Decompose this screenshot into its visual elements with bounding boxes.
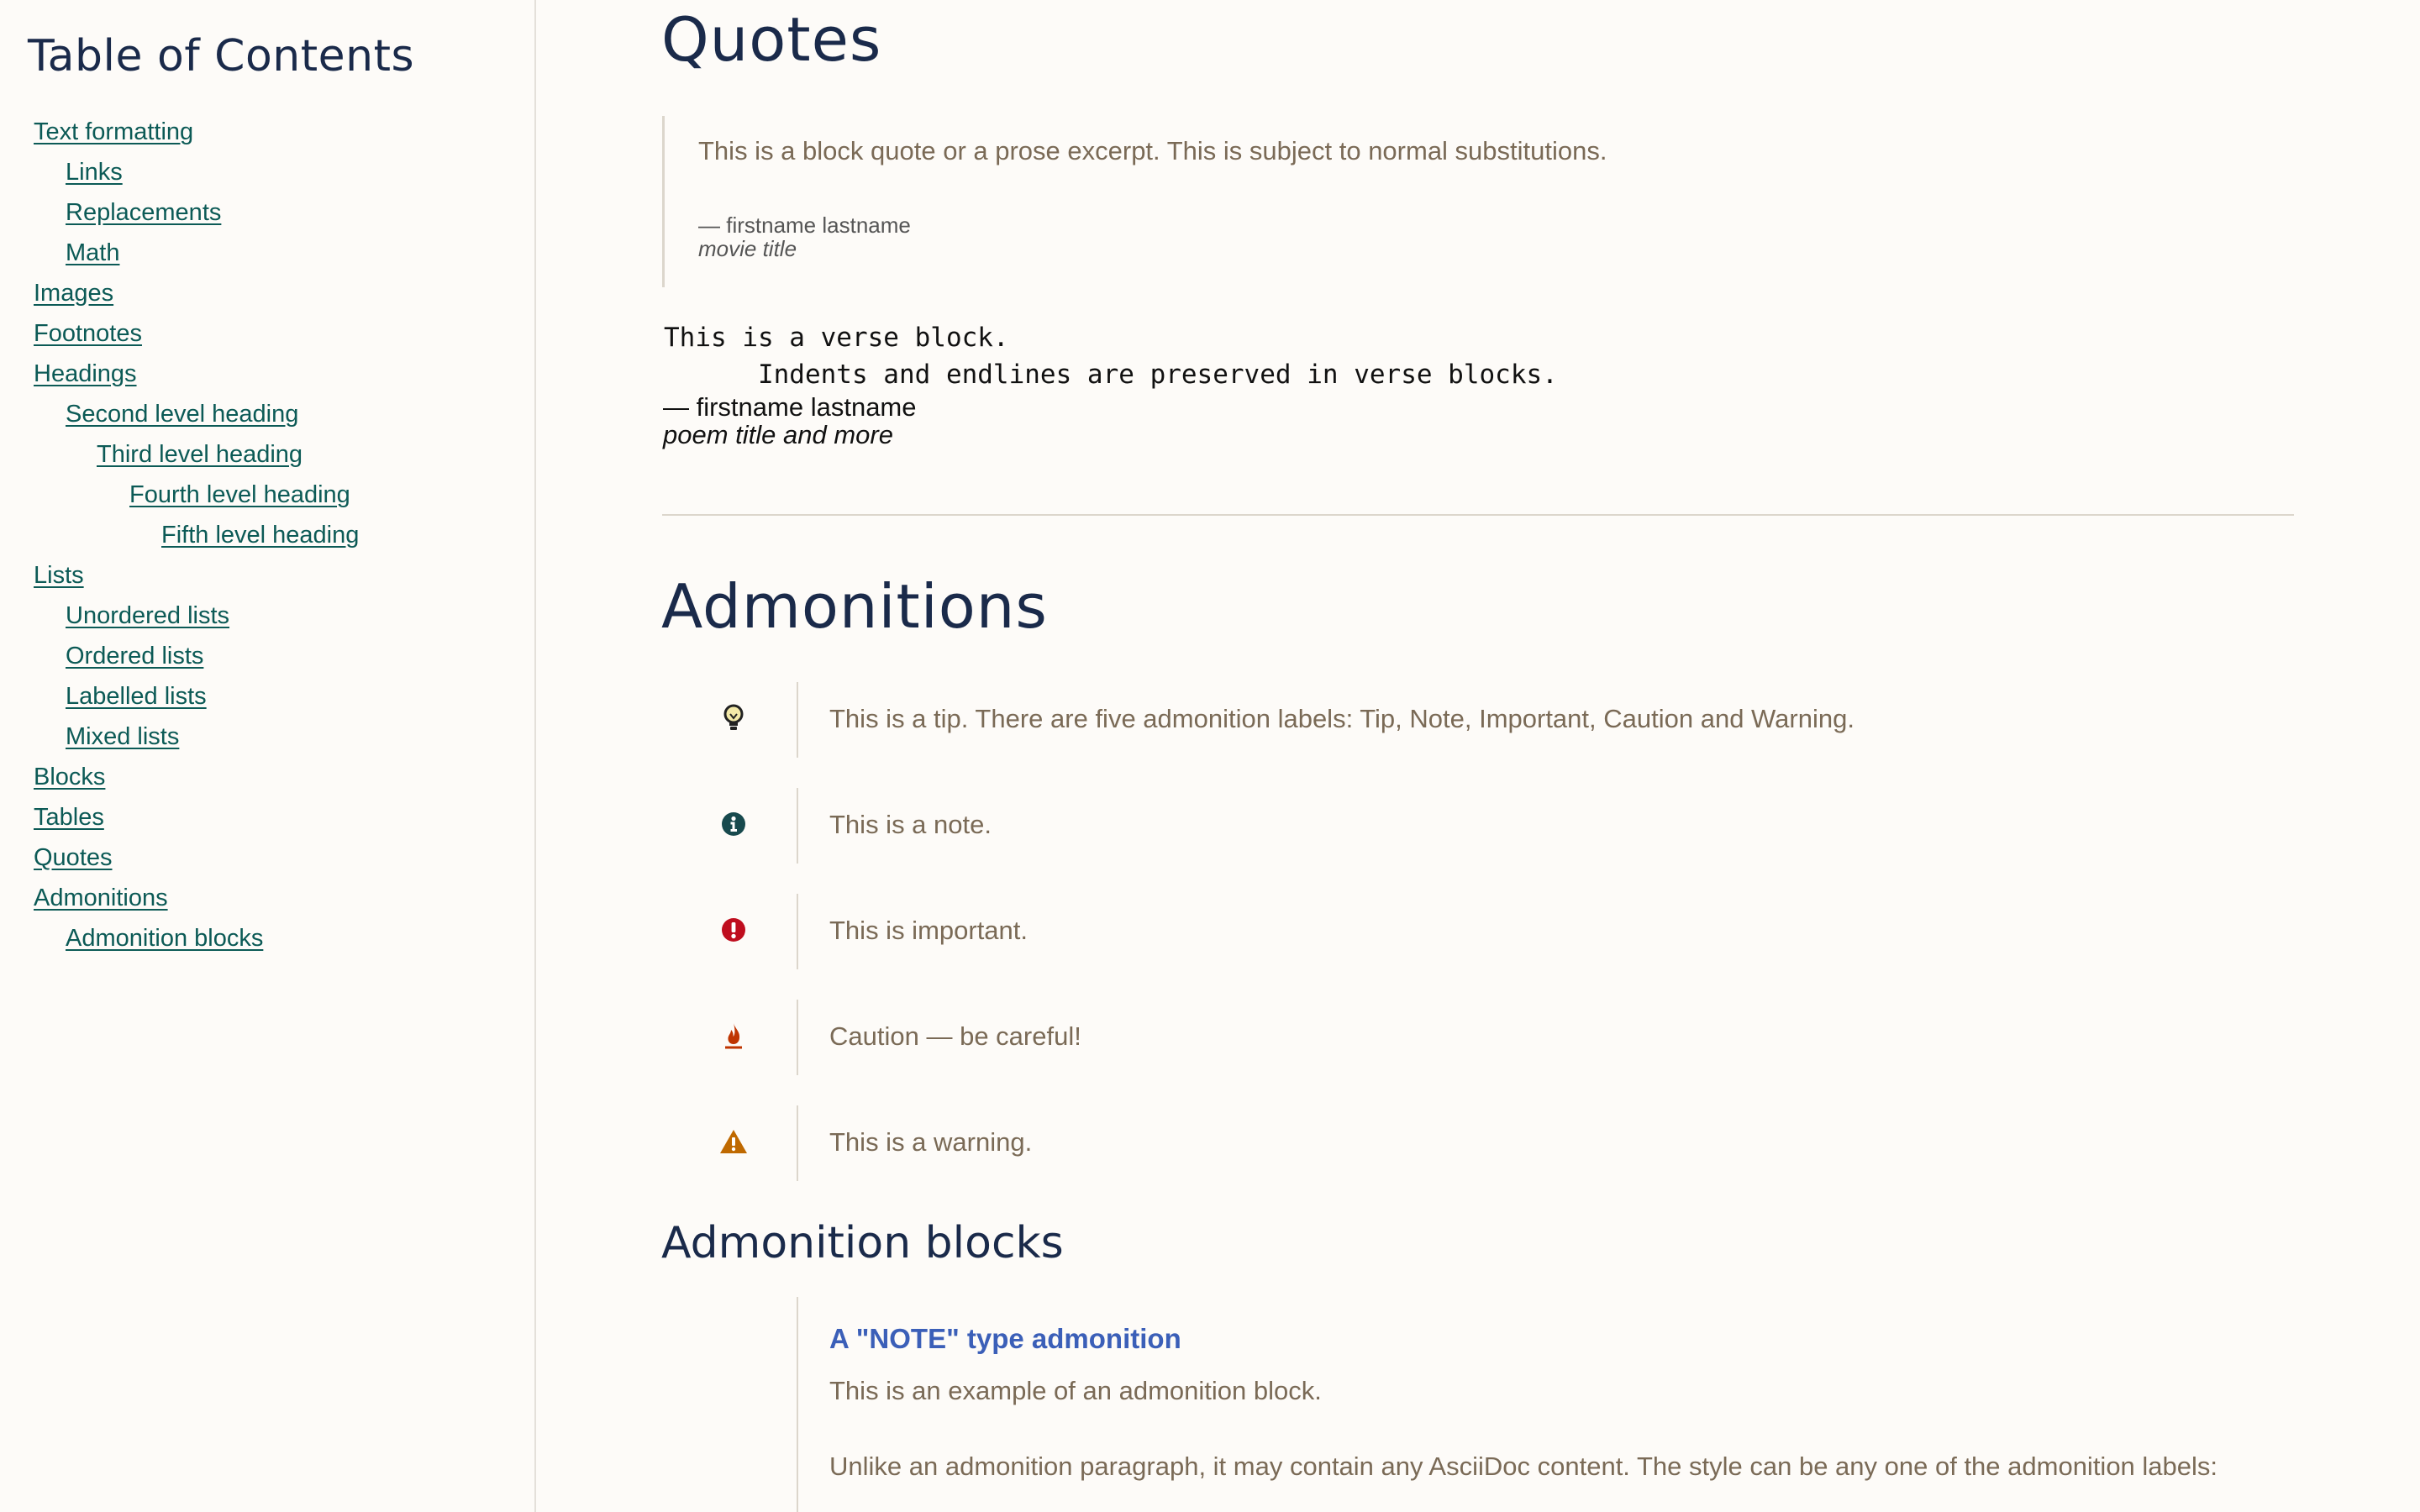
toc-link-tables[interactable]: Tables	[34, 802, 104, 832]
blockquote-citation: movie title	[698, 236, 797, 261]
admonition-block-paragraph: Unlike an admonition paragraph, it may c…	[829, 1452, 2218, 1481]
toc-link-images[interactable]: Images	[34, 278, 113, 308]
section-divider	[662, 514, 2294, 516]
verse-block: This is a verse block. Indents and endli…	[664, 323, 1558, 390]
toc-title: Table of Contents	[28, 31, 415, 81]
toc-link-blocks[interactable]: Blocks	[34, 762, 105, 792]
toc-link-replacements[interactable]: Replacements	[66, 197, 221, 228]
toc-link-third-level-heading[interactable]: Third level heading	[97, 439, 302, 470]
toc-link-links[interactable]: Links	[66, 157, 123, 187]
admonition-block-title: A "NOTE" type admonition	[829, 1323, 1181, 1354]
toc-link-admonition-blocks[interactable]: Admonition blocks	[66, 923, 263, 953]
verse-attribution: — firstname lastname poem title and more	[663, 393, 917, 449]
table-of-contents-sidebar: Table of Contents Text formatting Links …	[0, 0, 536, 1512]
admonition-important: This is important.	[662, 894, 2294, 969]
toc-link-footnotes[interactable]: Footnotes	[34, 318, 142, 349]
toc-link-ordered-lists[interactable]: Ordered lists	[66, 641, 203, 671]
toc-link-lists[interactable]: Lists	[34, 560, 84, 591]
toc-link-admonitions[interactable]: Admonitions	[34, 883, 168, 913]
toc-link-headings[interactable]: Headings	[34, 359, 137, 389]
toc-link-second-level-heading[interactable]: Second level heading	[66, 399, 298, 429]
admonition-separator	[797, 1000, 798, 1075]
fire-icon	[719, 1021, 748, 1050]
blockquote-attribution: — firstname lastname movie title	[698, 213, 911, 260]
admonition-separator	[797, 682, 798, 758]
admonition-blocks-heading: Admonition blocks	[661, 1218, 1064, 1268]
toc-link-mixed-lists[interactable]: Mixed lists	[66, 722, 179, 752]
toc-link-unordered-lists[interactable]: Unordered lists	[66, 601, 229, 631]
toc-link-fifth-level-heading[interactable]: Fifth level heading	[161, 520, 359, 550]
verse-author: — firstname lastname	[663, 392, 917, 422]
admonition-separator	[797, 894, 798, 969]
admonition-block-separator	[797, 1297, 798, 1512]
admonition-text: This is a note.	[829, 810, 992, 839]
warning-triangle-icon	[719, 1127, 748, 1156]
admonition-tip: This is a tip. There are five admonition…	[662, 682, 2294, 758]
toc-link-math[interactable]: Math	[66, 238, 119, 268]
blockquote-author: — firstname lastname	[698, 213, 911, 238]
toc-link-fourth-level-heading[interactable]: Fourth level heading	[129, 480, 350, 510]
admonition-text: This is a warning.	[829, 1127, 1033, 1157]
blockquote-text: This is a block quote or a prose excerpt…	[698, 136, 1607, 165]
admonition-separator	[797, 788, 798, 864]
info-icon	[719, 810, 748, 838]
admonition-caution: Caution — be careful!	[662, 1000, 2294, 1075]
admonition-warning: This is a warning.	[662, 1105, 2294, 1181]
admonitions-heading: Admonitions	[661, 571, 1048, 642]
admonition-text: Caution — be careful!	[829, 1021, 1081, 1051]
toc-link-quotes[interactable]: Quotes	[34, 843, 113, 873]
verse-citation: poem title and more	[663, 420, 893, 449]
admonition-block-paragraph: This is an example of an admonition bloc…	[829, 1376, 1322, 1405]
toc-link-labelled-lists[interactable]: Labelled lists	[66, 681, 207, 711]
blockquote: This is a block quote or a prose excerpt…	[662, 116, 1673, 287]
toc-link-text-formatting[interactable]: Text formatting	[34, 117, 193, 147]
admonition-text: This is a tip. There are five admonition…	[829, 704, 1854, 733]
admonition-text: This is important.	[829, 916, 1028, 945]
quotes-heading: Quotes	[661, 4, 882, 75]
admonition-separator	[797, 1105, 798, 1181]
admonition-note: This is a note.	[662, 788, 2294, 864]
exclamation-circle-icon	[719, 916, 748, 944]
lightbulb-icon	[719, 704, 748, 732]
